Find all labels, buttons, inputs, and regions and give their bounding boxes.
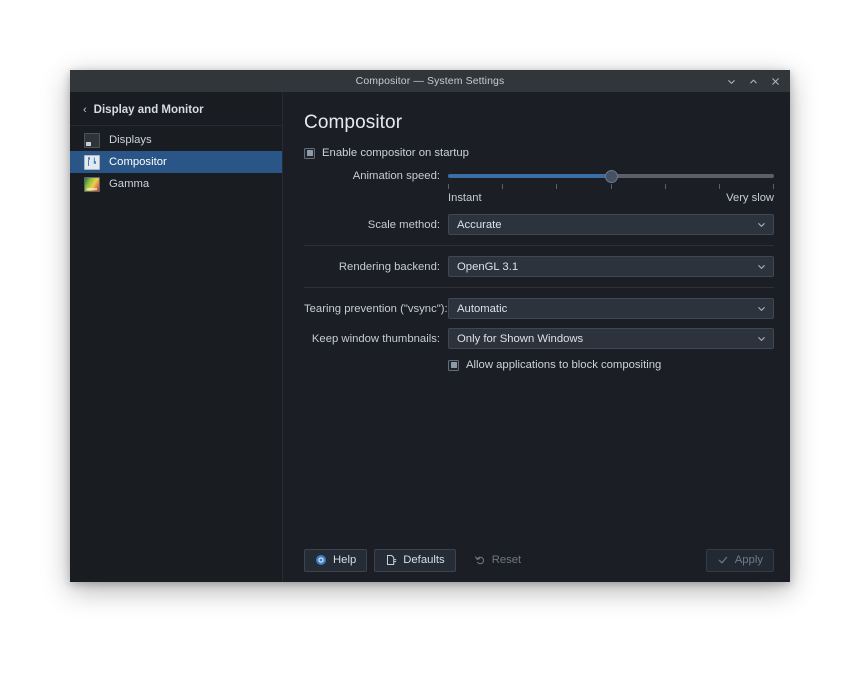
rendering-backend-combobox[interactable]: OpenGL 3.1 — [448, 256, 774, 277]
allow-block-compositing-label: Allow applications to block compositing — [466, 359, 662, 371]
allow-block-compositing-checkbox[interactable] — [448, 359, 459, 371]
keep-window-thumbnails-combobox[interactable]: Only for Shown Windows — [448, 328, 774, 349]
slider-tick — [610, 184, 612, 189]
rendering-backend-row: Rendering backend: OpenGL 3.1 — [304, 255, 774, 278]
sidebar-item-compositor[interactable]: Compositor — [70, 151, 282, 173]
sidebar: ‹ Display and Monitor Displays Composito… — [70, 92, 283, 582]
help-button[interactable]: Help — [304, 548, 368, 572]
slider-handle[interactable] — [604, 169, 618, 183]
animation-speed-label: Animation speed: — [352, 170, 440, 182]
slider-tick — [773, 184, 774, 189]
scale-method-combobox[interactable]: Accurate — [448, 214, 774, 235]
chevron-down-icon[interactable] — [756, 333, 767, 344]
maximize-icon[interactable] — [748, 76, 759, 87]
apply-button: Apply — [705, 548, 774, 572]
help-icon — [315, 554, 327, 566]
scale-method-row: Scale method: Accurate — [304, 213, 774, 236]
sliders-panel-icon — [84, 154, 100, 170]
sidebar-item-label: Compositor — [109, 156, 167, 168]
tearing-prevention-label: Tearing prevention ("vsync"): — [304, 302, 448, 315]
reset-label: Reset — [491, 554, 522, 566]
enable-compositor-checkbox[interactable] — [304, 147, 315, 159]
defaults-label: Defaults — [403, 554, 445, 566]
sidebar-item-label: Displays — [109, 134, 152, 146]
main-pane: Compositor Enable compositor on startup … — [283, 92, 790, 582]
enable-compositor-label: Enable compositor on startup — [322, 147, 469, 159]
animation-speed-slider[interactable] — [448, 169, 774, 183]
settings-form: Enable compositor on startup Animation s… — [283, 134, 790, 538]
tearing-prevention-combobox[interactable]: Automatic — [448, 298, 774, 319]
chevron-down-icon[interactable] — [756, 219, 767, 230]
sidebar-nav: Displays Compositor Gamma — [70, 126, 282, 195]
window-body: ‹ Display and Monitor Displays Composito… — [70, 92, 790, 582]
keep-window-thumbnails-row: Keep window thumbnails: Only for Shown W… — [304, 327, 774, 350]
slider-end-labels: Instant Very slow — [448, 192, 774, 204]
separator — [304, 287, 774, 288]
allow-block-compositing-row[interactable]: Allow applications to block compositing — [304, 359, 774, 371]
system-settings-window: Compositor — System Settings ‹ Display a… — [70, 70, 790, 582]
footer-buttons: Help Defaults Reset Apply — [283, 538, 790, 582]
close-icon[interactable] — [770, 76, 781, 87]
tearing-prevention-field: Automatic — [448, 298, 774, 319]
window-controls — [726, 76, 790, 87]
defaults-button[interactable]: Defaults — [374, 548, 456, 572]
sidebar-item-label: Gamma — [109, 178, 150, 190]
keep-window-thumbnails-label: Keep window thumbnails: — [311, 332, 440, 345]
slider-tick — [718, 184, 720, 189]
rendering-backend-label: Rendering backend: — [338, 260, 440, 273]
scale-method-field: Accurate — [448, 214, 774, 235]
tearing-prevention-value: Automatic — [457, 302, 508, 315]
slider-min-label: Instant — [448, 192, 482, 204]
separator — [304, 245, 774, 246]
color-gradient-icon — [84, 176, 100, 192]
chevron-down-icon[interactable] — [756, 261, 767, 272]
undo-icon — [474, 554, 486, 566]
back-chevron-icon[interactable]: ‹ — [83, 104, 87, 116]
rendering-backend-value: OpenGL 3.1 — [457, 260, 519, 273]
rendering-backend-field: OpenGL 3.1 — [448, 256, 774, 277]
animation-speed-field: Instant Very slow — [448, 169, 774, 204]
animation-speed-row: Animation speed: Instant Very slow — [304, 169, 774, 204]
apply-label: Apply — [734, 554, 763, 566]
enable-compositor-row[interactable]: Enable compositor on startup — [304, 147, 774, 159]
window-titlebar[interactable]: Compositor — System Settings — [70, 70, 790, 92]
slider-max-label: Very slow — [726, 192, 774, 204]
keep-window-thumbnails-field: Only for Shown Windows — [448, 328, 774, 349]
keep-window-thumbnails-value: Only for Shown Windows — [457, 332, 584, 345]
reset-button: Reset — [463, 549, 533, 572]
sidebar-item-displays[interactable]: Displays — [70, 129, 282, 151]
scale-method-value: Accurate — [457, 218, 502, 231]
chevron-down-icon[interactable] — [756, 303, 767, 314]
slider-fill — [448, 174, 611, 178]
help-label: Help — [333, 554, 357, 566]
breadcrumb-label: Display and Monitor — [93, 104, 204, 116]
slider-ticks — [448, 184, 774, 190]
slider-tick — [664, 184, 666, 189]
minimize-icon[interactable] — [726, 76, 737, 87]
sidebar-item-gamma[interactable]: Gamma — [70, 173, 282, 195]
slider-tick — [448, 184, 449, 189]
scale-method-label: Scale method: — [367, 218, 440, 231]
tearing-prevention-row: Tearing prevention ("vsync"): Automatic — [304, 297, 774, 320]
monitor-icon — [84, 132, 100, 148]
slider-tick — [502, 184, 504, 189]
page-title: Compositor — [304, 112, 403, 133]
breadcrumb[interactable]: ‹ Display and Monitor — [70, 95, 282, 126]
slider-tick — [556, 184, 558, 189]
window-title: Compositor — System Settings — [355, 75, 505, 87]
checkmark-icon — [717, 554, 729, 566]
document-revert-icon — [385, 554, 397, 566]
